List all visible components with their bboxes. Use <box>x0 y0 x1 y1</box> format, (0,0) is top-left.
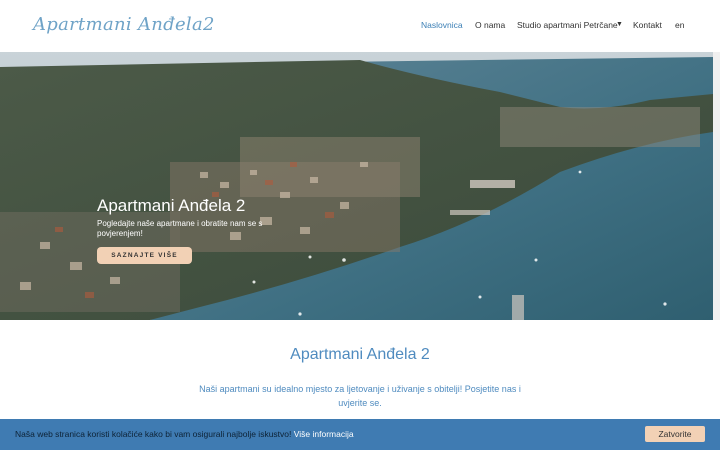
hero-title: Apartmani Anđela 2 <box>97 196 246 215</box>
hero-aerial-image <box>0 52 713 320</box>
close-cookie-button[interactable]: Zatvorite <box>645 426 705 442</box>
nav-item-language[interactable]: en <box>675 20 684 30</box>
site-header: Apartmani Anđela2 Naslovnica O nama Stud… <box>0 0 720 52</box>
nav-item-studio-apartmani[interactable]: Studio apartmani Petrčane <box>517 20 618 30</box>
hero-subtitle: Pogledajte naše apartmane i obratite nam… <box>97 219 263 238</box>
nav-item-kontakt[interactable]: Kontakt <box>633 20 662 30</box>
cookie-message-wrapper: Naša web stranica koristi kolačiće kako … <box>15 429 354 439</box>
cookie-message: Naša web stranica koristi kolačiće kako … <box>15 429 292 439</box>
cookie-bar: Naša web stranica koristi kolačiće kako … <box>0 419 720 450</box>
main-nav: Naslovnica O nama Studio apartmani Petrč… <box>0 20 720 34</box>
more-info-link[interactable]: Više informacija <box>294 429 354 439</box>
learn-more-button[interactable]: SAZNAJTE VIŠE <box>97 247 192 264</box>
section-title: Apartmani Anđela 2 <box>290 346 430 363</box>
nav-item-o-nama[interactable]: O nama <box>475 20 505 30</box>
nav-item-naslovnica[interactable]: Naslovnica <box>421 20 463 30</box>
section-text: Naši apartmani su idealno mjesto za ljet… <box>199 384 521 408</box>
hero-banner: Apartmani Anđela 2 Pogledajte naše apart… <box>0 52 713 320</box>
chevron-down-icon[interactable]: ▼ <box>616 21 623 28</box>
scrollbar-track[interactable] <box>713 52 720 320</box>
